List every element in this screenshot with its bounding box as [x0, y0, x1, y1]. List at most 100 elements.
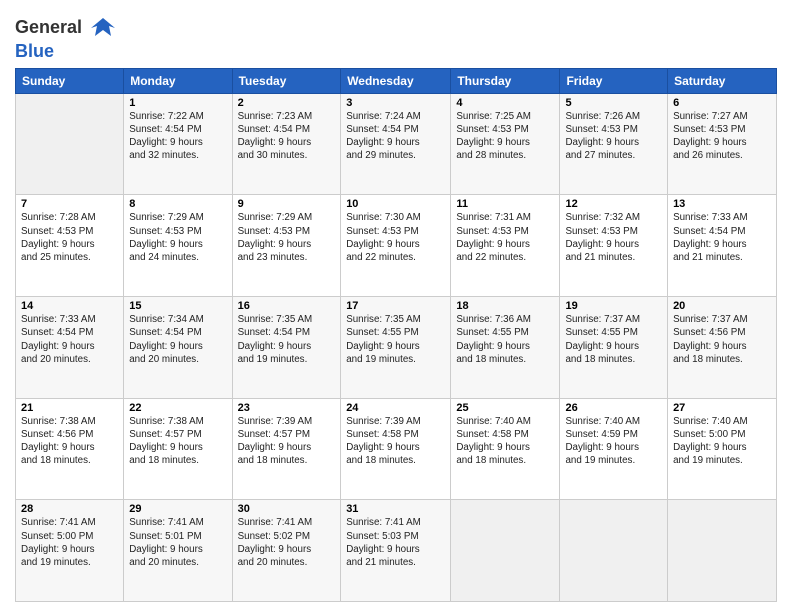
- day-cell: 30Sunrise: 7:41 AM Sunset: 5:02 PM Dayli…: [232, 500, 341, 602]
- day-number: 24: [346, 402, 445, 414]
- day-info: Sunrise: 7:34 AM Sunset: 4:54 PM Dayligh…: [129, 313, 226, 366]
- day-info: Sunrise: 7:40 AM Sunset: 4:59 PM Dayligh…: [565, 415, 662, 468]
- day-number: 13: [673, 198, 771, 210]
- page: General Blue SundayMondayTuesdayWednesda…: [0, 0, 792, 612]
- calendar-table: SundayMondayTuesdayWednesdayThursdayFrid…: [15, 68, 777, 602]
- day-info: Sunrise: 7:41 AM Sunset: 5:02 PM Dayligh…: [238, 516, 336, 569]
- day-number: 20: [673, 300, 771, 312]
- day-cell: 6Sunrise: 7:27 AM Sunset: 4:53 PM Daylig…: [668, 93, 777, 195]
- logo: General Blue: [15, 14, 117, 62]
- day-number: 11: [456, 198, 554, 210]
- weekday-header-monday: Monday: [124, 68, 232, 93]
- day-cell: 2Sunrise: 7:23 AM Sunset: 4:54 PM Daylig…: [232, 93, 341, 195]
- weekday-header-saturday: Saturday: [668, 68, 777, 93]
- day-info: Sunrise: 7:33 AM Sunset: 4:54 PM Dayligh…: [21, 313, 118, 366]
- day-info: Sunrise: 7:35 AM Sunset: 4:55 PM Dayligh…: [346, 313, 445, 366]
- day-number: 9: [238, 198, 336, 210]
- day-cell: 11Sunrise: 7:31 AM Sunset: 4:53 PM Dayli…: [451, 195, 560, 297]
- day-number: 15: [129, 300, 226, 312]
- day-info: Sunrise: 7:27 AM Sunset: 4:53 PM Dayligh…: [673, 110, 771, 163]
- day-number: 19: [565, 300, 662, 312]
- logo-bird-icon: [89, 14, 117, 42]
- day-cell: [16, 93, 124, 195]
- day-cell: 5Sunrise: 7:26 AM Sunset: 4:53 PM Daylig…: [560, 93, 668, 195]
- week-row-3: 21Sunrise: 7:38 AM Sunset: 4:56 PM Dayli…: [16, 398, 777, 500]
- day-cell: 9Sunrise: 7:29 AM Sunset: 4:53 PM Daylig…: [232, 195, 341, 297]
- day-info: Sunrise: 7:29 AM Sunset: 4:53 PM Dayligh…: [238, 211, 336, 264]
- day-info: Sunrise: 7:39 AM Sunset: 4:57 PM Dayligh…: [238, 415, 336, 468]
- day-info: Sunrise: 7:40 AM Sunset: 5:00 PM Dayligh…: [673, 415, 771, 468]
- day-cell: 20Sunrise: 7:37 AM Sunset: 4:56 PM Dayli…: [668, 297, 777, 399]
- day-info: Sunrise: 7:24 AM Sunset: 4:54 PM Dayligh…: [346, 110, 445, 163]
- weekday-header-wednesday: Wednesday: [341, 68, 451, 93]
- day-number: 29: [129, 503, 226, 515]
- day-info: Sunrise: 7:28 AM Sunset: 4:53 PM Dayligh…: [21, 211, 118, 264]
- day-number: 17: [346, 300, 445, 312]
- day-number: 27: [673, 402, 771, 414]
- day-number: 31: [346, 503, 445, 515]
- day-info: Sunrise: 7:23 AM Sunset: 4:54 PM Dayligh…: [238, 110, 336, 163]
- day-info: Sunrise: 7:32 AM Sunset: 4:53 PM Dayligh…: [565, 211, 662, 264]
- day-info: Sunrise: 7:37 AM Sunset: 4:55 PM Dayligh…: [565, 313, 662, 366]
- day-cell: 28Sunrise: 7:41 AM Sunset: 5:00 PM Dayli…: [16, 500, 124, 602]
- day-number: 25: [456, 402, 554, 414]
- day-info: Sunrise: 7:41 AM Sunset: 5:03 PM Dayligh…: [346, 516, 445, 569]
- day-info: Sunrise: 7:41 AM Sunset: 5:01 PM Dayligh…: [129, 516, 226, 569]
- day-cell: 17Sunrise: 7:35 AM Sunset: 4:55 PM Dayli…: [341, 297, 451, 399]
- day-number: 23: [238, 402, 336, 414]
- day-cell: 24Sunrise: 7:39 AM Sunset: 4:58 PM Dayli…: [341, 398, 451, 500]
- day-cell: 31Sunrise: 7:41 AM Sunset: 5:03 PM Dayli…: [341, 500, 451, 602]
- day-cell: 14Sunrise: 7:33 AM Sunset: 4:54 PM Dayli…: [16, 297, 124, 399]
- logo-blue: Blue: [15, 41, 54, 61]
- day-number: 10: [346, 198, 445, 210]
- week-row-0: 1Sunrise: 7:22 AM Sunset: 4:54 PM Daylig…: [16, 93, 777, 195]
- day-number: 14: [21, 300, 118, 312]
- day-number: 28: [21, 503, 118, 515]
- week-row-1: 7Sunrise: 7:28 AM Sunset: 4:53 PM Daylig…: [16, 195, 777, 297]
- day-cell: 12Sunrise: 7:32 AM Sunset: 4:53 PM Dayli…: [560, 195, 668, 297]
- day-number: 30: [238, 503, 336, 515]
- day-cell: 8Sunrise: 7:29 AM Sunset: 4:53 PM Daylig…: [124, 195, 232, 297]
- day-info: Sunrise: 7:40 AM Sunset: 4:58 PM Dayligh…: [456, 415, 554, 468]
- day-info: Sunrise: 7:30 AM Sunset: 4:53 PM Dayligh…: [346, 211, 445, 264]
- day-number: 6: [673, 97, 771, 109]
- day-number: 16: [238, 300, 336, 312]
- day-info: Sunrise: 7:38 AM Sunset: 4:57 PM Dayligh…: [129, 415, 226, 468]
- day-number: 2: [238, 97, 336, 109]
- day-info: Sunrise: 7:35 AM Sunset: 4:54 PM Dayligh…: [238, 313, 336, 366]
- day-cell: 26Sunrise: 7:40 AM Sunset: 4:59 PM Dayli…: [560, 398, 668, 500]
- day-info: Sunrise: 7:25 AM Sunset: 4:53 PM Dayligh…: [456, 110, 554, 163]
- day-cell: 21Sunrise: 7:38 AM Sunset: 4:56 PM Dayli…: [16, 398, 124, 500]
- day-info: Sunrise: 7:38 AM Sunset: 4:56 PM Dayligh…: [21, 415, 118, 468]
- day-cell: 1Sunrise: 7:22 AM Sunset: 4:54 PM Daylig…: [124, 93, 232, 195]
- day-cell: 13Sunrise: 7:33 AM Sunset: 4:54 PM Dayli…: [668, 195, 777, 297]
- day-info: Sunrise: 7:37 AM Sunset: 4:56 PM Dayligh…: [673, 313, 771, 366]
- day-cell: 3Sunrise: 7:24 AM Sunset: 4:54 PM Daylig…: [341, 93, 451, 195]
- day-number: 21: [21, 402, 118, 414]
- day-cell: 15Sunrise: 7:34 AM Sunset: 4:54 PM Dayli…: [124, 297, 232, 399]
- day-cell: 19Sunrise: 7:37 AM Sunset: 4:55 PM Dayli…: [560, 297, 668, 399]
- day-cell: 7Sunrise: 7:28 AM Sunset: 4:53 PM Daylig…: [16, 195, 124, 297]
- week-row-2: 14Sunrise: 7:33 AM Sunset: 4:54 PM Dayli…: [16, 297, 777, 399]
- day-number: 7: [21, 198, 118, 210]
- weekday-header-row: SundayMondayTuesdayWednesdayThursdayFrid…: [16, 68, 777, 93]
- day-cell: 4Sunrise: 7:25 AM Sunset: 4:53 PM Daylig…: [451, 93, 560, 195]
- day-number: 3: [346, 97, 445, 109]
- day-info: Sunrise: 7:26 AM Sunset: 4:53 PM Dayligh…: [565, 110, 662, 163]
- day-number: 18: [456, 300, 554, 312]
- day-cell: 23Sunrise: 7:39 AM Sunset: 4:57 PM Dayli…: [232, 398, 341, 500]
- day-info: Sunrise: 7:29 AM Sunset: 4:53 PM Dayligh…: [129, 211, 226, 264]
- day-cell: [668, 500, 777, 602]
- day-cell: 27Sunrise: 7:40 AM Sunset: 5:00 PM Dayli…: [668, 398, 777, 500]
- day-number: 1: [129, 97, 226, 109]
- day-info: Sunrise: 7:41 AM Sunset: 5:00 PM Dayligh…: [21, 516, 118, 569]
- weekday-header-friday: Friday: [560, 68, 668, 93]
- day-info: Sunrise: 7:31 AM Sunset: 4:53 PM Dayligh…: [456, 211, 554, 264]
- logo-general: General: [15, 17, 82, 37]
- day-cell: 18Sunrise: 7:36 AM Sunset: 4:55 PM Dayli…: [451, 297, 560, 399]
- day-info: Sunrise: 7:36 AM Sunset: 4:55 PM Dayligh…: [456, 313, 554, 366]
- day-cell: [451, 500, 560, 602]
- day-number: 8: [129, 198, 226, 210]
- day-cell: 25Sunrise: 7:40 AM Sunset: 4:58 PM Dayli…: [451, 398, 560, 500]
- day-info: Sunrise: 7:22 AM Sunset: 4:54 PM Dayligh…: [129, 110, 226, 163]
